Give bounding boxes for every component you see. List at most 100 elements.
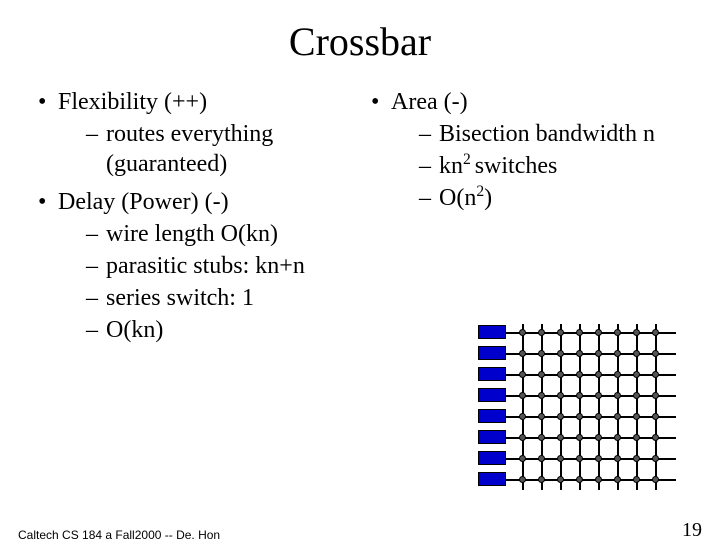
crossbar-source-box (478, 451, 506, 465)
crossbar-switch-icon (595, 455, 602, 462)
crossbar-switch-icon (614, 392, 621, 399)
crossbar-switch-icon (519, 392, 526, 399)
crossbar-switch-icon (576, 413, 583, 420)
crossbar-vline (617, 324, 619, 490)
crossbar-switch-icon (576, 434, 583, 441)
crossbar-switch-icon (538, 455, 545, 462)
crossbar-switch-icon (633, 476, 640, 483)
crossbar-switch-icon (614, 329, 621, 336)
crossbar-switch-icon (595, 476, 602, 483)
crossbar-switch-icon (633, 434, 640, 441)
crossbar-switch-icon (557, 350, 564, 357)
sub-kn2: kn2 switches (419, 151, 688, 181)
crossbar-switch-icon (519, 413, 526, 420)
bullet-text: Area (-) (391, 89, 468, 115)
sub-on2: O(n2) (419, 183, 688, 213)
crossbar-switch-icon (595, 371, 602, 378)
crossbar-switch-icon (595, 329, 602, 336)
sub-series-switch: series switch: 1 (86, 283, 355, 313)
crossbar-switch-icon (633, 329, 640, 336)
crossbar-switch-icon (576, 455, 583, 462)
crossbar-switch-icon (633, 350, 640, 357)
crossbar-switch-icon (538, 371, 545, 378)
crossbar-switch-icon (538, 434, 545, 441)
crossbar-vline (579, 324, 581, 490)
crossbar-switch-icon (595, 350, 602, 357)
bullet-delay: Delay (Power) (-) wire length O(kn) para… (32, 187, 355, 345)
crossbar-switch-icon (614, 455, 621, 462)
crossbar-switch-icon (576, 392, 583, 399)
crossbar-switch-icon (538, 350, 545, 357)
crossbar-hline (506, 416, 676, 418)
bullet-flexibility: Flexibility (++) routes everything (guar… (32, 87, 355, 179)
left-list: Flexibility (++) routes everything (guar… (32, 87, 355, 345)
crossbar-hline (506, 374, 676, 376)
crossbar-switch-icon (576, 476, 583, 483)
crossbar-switch-icon (652, 413, 659, 420)
crossbar-switch-icon (519, 371, 526, 378)
crossbar-hline (506, 353, 676, 355)
crossbar-switch-icon (538, 413, 545, 420)
right-list: Area (-) Bisection bandwidth n kn2 switc… (365, 87, 688, 213)
crossbar-switch-icon (595, 413, 602, 420)
bullet-text: Flexibility (++) (58, 89, 207, 115)
crossbar-switch-icon (652, 434, 659, 441)
crossbar-switch-icon (557, 329, 564, 336)
crossbar-switch-icon (652, 350, 659, 357)
crossbar-switch-icon (519, 329, 526, 336)
crossbar-switch-icon (652, 371, 659, 378)
text: switches (475, 153, 558, 179)
sub-routes-everything: routes everything (guaranteed) (86, 119, 355, 179)
superscript: 2 (463, 151, 475, 168)
delay-sublist: wire length O(kn) parasitic stubs: kn+n … (58, 219, 355, 345)
crossbar-switch-icon (652, 455, 659, 462)
crossbar-hline (506, 395, 676, 397)
crossbar-source-box (478, 367, 506, 381)
crossbar-vline (541, 324, 543, 490)
left-column: Flexibility (++) routes everything (guar… (32, 83, 355, 353)
crossbar-switch-icon (519, 350, 526, 357)
crossbar-switch-icon (614, 350, 621, 357)
crossbar-switch-icon (557, 434, 564, 441)
crossbar-switch-icon (652, 476, 659, 483)
slide: Crossbar Flexibility (++) routes everyth… (0, 18, 720, 540)
crossbar-switch-icon (519, 455, 526, 462)
crossbar-switch-icon (576, 371, 583, 378)
bullet-area: Area (-) Bisection bandwidth n kn2 switc… (365, 87, 688, 213)
crossbar-switch-icon (519, 476, 526, 483)
crossbar-hline (506, 458, 676, 460)
crossbar-switch-icon (557, 476, 564, 483)
crossbar-switch-icon (538, 476, 545, 483)
crossbar-switch-icon (538, 329, 545, 336)
footer-left: Caltech CS 184 a Fall2000 -- De. Hon (18, 528, 220, 540)
crossbar-vline (522, 324, 524, 490)
crossbar-switch-icon (576, 329, 583, 336)
crossbar-switch-icon (614, 476, 621, 483)
sub-bisection: Bisection bandwidth n (419, 119, 688, 149)
crossbar-switch-icon (633, 413, 640, 420)
content-columns: Flexibility (++) routes everything (guar… (0, 83, 720, 353)
crossbar-vline (560, 324, 562, 490)
text: ) (484, 185, 492, 211)
text: kn (439, 153, 463, 179)
crossbar-diagram (478, 314, 678, 492)
crossbar-vline (655, 324, 657, 490)
crossbar-source-box (478, 346, 506, 360)
area-sublist: Bisection bandwidth n kn2 switches O(n2) (391, 119, 688, 213)
crossbar-switch-icon (557, 392, 564, 399)
text: O(n (439, 185, 476, 211)
crossbar-vline (598, 324, 600, 490)
superscript: 2 (476, 183, 484, 200)
crossbar-switch-icon (557, 371, 564, 378)
crossbar-switch-icon (614, 413, 621, 420)
crossbar-switch-icon (633, 392, 640, 399)
crossbar-switch-icon (595, 392, 602, 399)
crossbar-vline (636, 324, 638, 490)
bullet-text: Delay (Power) (-) (58, 189, 229, 215)
crossbar-switch-icon (633, 371, 640, 378)
crossbar-switch-icon (652, 329, 659, 336)
crossbar-source-box (478, 325, 506, 339)
crossbar-hline (506, 437, 676, 439)
crossbar-source-box (478, 409, 506, 423)
crossbar-hline (506, 332, 676, 334)
